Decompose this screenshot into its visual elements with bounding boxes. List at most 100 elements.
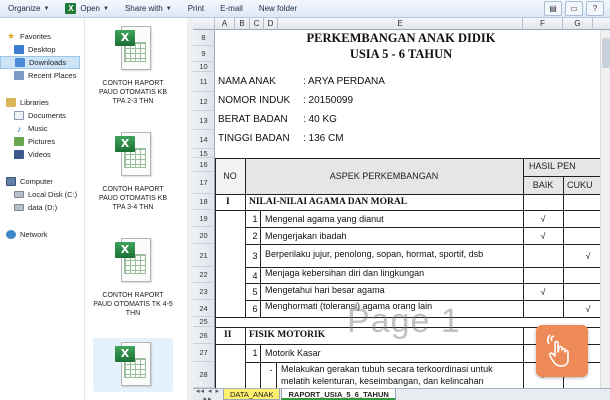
tab-scroll-buttons[interactable]: ◂◂ ◂ ▸ ▸▸ [193,387,223,400]
recent-places-icon [14,71,24,80]
print-button[interactable]: Print [180,0,212,18]
new-folder-button[interactable]: New folder [251,0,305,18]
column-header[interactable]: A [215,18,235,30]
file-name: CONTOH RAPORT PAUD OTOMATIS TK 4-5 THN [93,292,173,317]
tab-raport-usia[interactable]: RAPORT_USIA_5_6_TAHUN [281,389,396,400]
nav-desktop[interactable]: Desktop [0,43,84,56]
videos-icon [14,150,24,159]
row-header[interactable]: 14 [193,130,215,149]
tab-data-anak[interactable]: DATA_ANAK [223,389,281,400]
help-button[interactable]: ? [586,1,604,16]
row-header[interactable]: 27 [193,344,215,362]
row-header[interactable]: 20 [193,227,215,244]
email-button[interactable]: E-mail [212,0,251,18]
table-border [245,158,246,317]
item-text: Berperilaku jujur, penolong, sopan, horm… [265,249,484,259]
section-title: FISIK MOTORIK [249,330,326,340]
row-header[interactable]: 26 [193,327,215,344]
email-label: E-mail [220,4,243,13]
file-thumbnail: X [93,338,173,392]
row-header[interactable]: 18 [193,194,215,210]
view-options-button[interactable]: ▤ [544,1,562,16]
preview-pane-button[interactable]: ▭ [565,1,583,16]
column-header[interactable]: G [563,18,593,30]
nav-computer[interactable]: Computer [0,175,84,188]
organize-button[interactable]: Organize ▼ [0,0,57,18]
file-item[interactable]: X [93,338,173,395]
info-value: : ARYA PERDANA [303,76,385,87]
column-headers: A B C D E F G [193,18,610,30]
row-header[interactable]: 23 [193,283,215,300]
item-text: Mengenal agama yang dianut [265,214,384,224]
file-name: CONTOH RAPORT PAUD OTOMATIS KB TPA 3-4 T… [98,186,168,211]
row-header[interactable]: 19 [193,210,215,227]
view-controls: ▤ ▭ ? [544,1,604,16]
row-header[interactable]: 9 [193,46,215,62]
row-header[interactable]: 8 [193,30,215,46]
row-header[interactable]: 15 [193,149,215,158]
info-value: : 40 KG [303,114,337,125]
scroll-thumb[interactable] [602,38,610,68]
row-header[interactable]: 12 [193,92,215,111]
nav-data-disk[interactable]: data (D:) [0,201,84,214]
nav-videos[interactable]: Videos [0,148,84,161]
info-value: : 136 CM [303,133,344,144]
nav-label: Documents [28,111,66,120]
row-header[interactable]: 25 [193,317,215,327]
row-header[interactable]: 22 [193,267,215,283]
file-item[interactable]: X CONTOH RAPORT PAUD OTOMATIS TK 4-5 THN [93,234,173,318]
open-button[interactable]: X Open ▼ [57,0,117,18]
row-header[interactable]: 10 [193,62,215,72]
table-border [523,176,610,177]
table-border [245,244,610,245]
share-label: Share with [124,4,163,13]
nav-favorites[interactable]: ★ Favorites [0,30,84,43]
row-header[interactable]: 17 [193,172,215,194]
column-header[interactable]: D [264,18,278,30]
row-header[interactable]: 16 [193,158,215,172]
pictures-icon [14,137,24,146]
nav-downloads[interactable]: Downloads [0,56,80,69]
nav-music[interactable]: ♪ Music [0,122,84,135]
excel-file-icon: X [115,238,151,284]
page-watermark: Page 1 [347,302,461,340]
table-border [215,158,610,159]
select-all-corner[interactable] [193,18,215,30]
column-header[interactable]: B [235,18,250,30]
check-good: √ [540,214,546,224]
nav-network[interactable]: Network [0,228,84,241]
file-item[interactable]: X CONTOH RAPORT PAUD OTOMATIS KB TPA 2-3… [93,22,173,106]
item-text: Motorik Kasar [265,348,321,358]
row-header[interactable]: 21 [193,244,215,267]
organize-label: Organize [8,4,41,13]
file-item[interactable]: X CONTOH RAPORT PAUD OTOMATIS KB TPA 3-4… [93,128,173,212]
excel-icon: X [65,3,77,14]
row-header[interactable]: 13 [193,111,215,130]
nav-recent-places[interactable]: Recent Places [0,69,84,82]
nav-local-disk[interactable]: Local Disk (C:) [0,188,84,201]
nav-label: Music [28,124,48,133]
row-header[interactable]: 11 [193,72,215,92]
share-with-button[interactable]: Share with ▼ [117,0,180,18]
file-list: X CONTOH RAPORT PAUD OTOMATIS KB TPA 2-3… [85,18,193,400]
info-label: BERAT BADAN [218,114,288,125]
item-text: melatih kelenturan, keseimbangan, dan ke… [281,376,484,386]
nav-pictures[interactable]: Pictures [0,135,84,148]
column-header[interactable]: F [523,18,563,30]
nav-label: Downloads [29,58,67,67]
nav-label: Computer [20,177,53,186]
row-header[interactable]: 24 [193,300,215,317]
row-header[interactable]: 28 [193,362,215,388]
column-header[interactable]: E [278,18,523,30]
item-text: Melakukan gerakan tubuh secara terkoordi… [281,364,493,374]
column-header[interactable]: C [250,18,264,30]
check-good: √ [540,231,546,241]
nav-libraries[interactable]: Libraries [0,96,84,109]
nav-label: Network [20,230,48,239]
star-icon: ★ [6,31,16,41]
music-icon: ♪ [16,123,22,134]
excel-file-icon: X [115,26,151,72]
info-label: NAMA ANAK [218,76,276,87]
sheet-vertical-scrollbar[interactable] [600,30,610,388]
nav-documents[interactable]: Documents [0,109,84,122]
